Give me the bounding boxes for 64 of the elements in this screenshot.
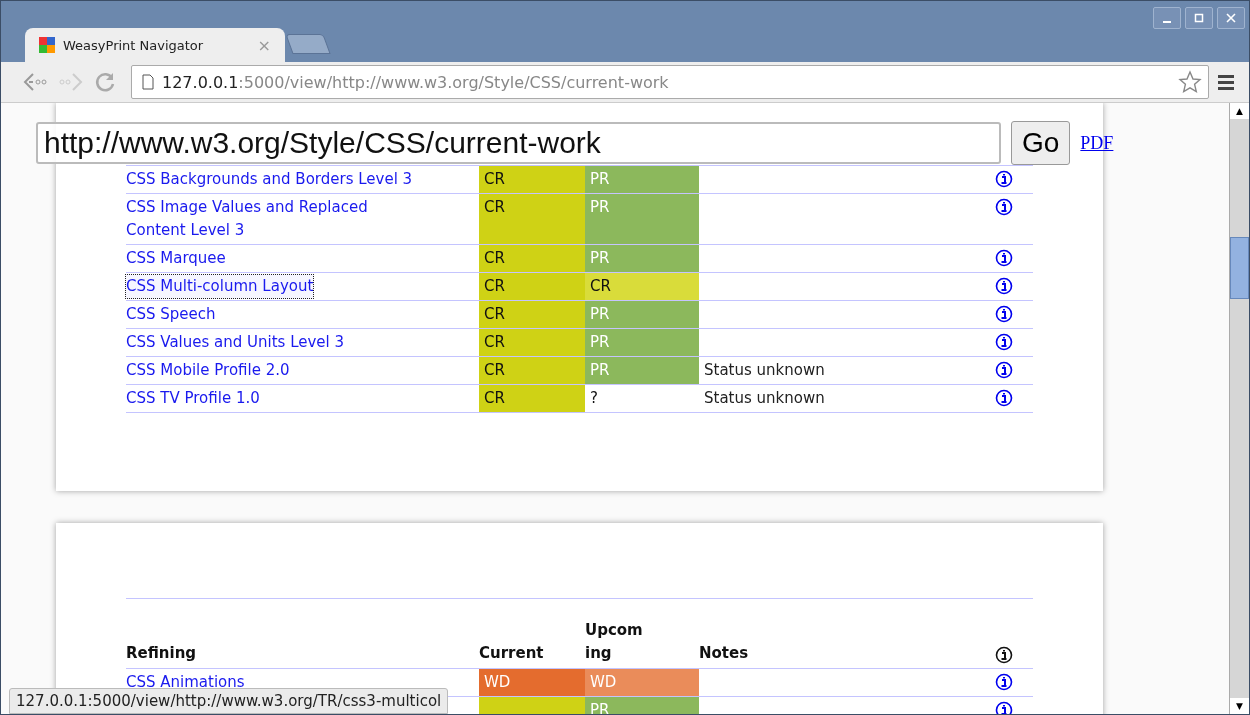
- address-text: 127.0.0.1:5000/view/http://www.w3.org/Style/CSS/current-work: [162, 72, 670, 92]
- status-cell: WD: [479, 669, 585, 696]
- info-icon[interactable]: [995, 701, 1013, 714]
- go-button[interactable]: Go: [1011, 121, 1071, 165]
- browser-tab[interactable]: WeasyPrint Navigator ×: [25, 28, 285, 62]
- status-cell: CR: [479, 166, 585, 193]
- status-cell: PR: [585, 329, 699, 356]
- spec-link[interactable]: CSS Multi-column Layout: [125, 274, 315, 299]
- minimize-button[interactable]: [1153, 7, 1181, 29]
- status-cell: PR: [585, 301, 699, 328]
- info-icon: [995, 646, 1013, 664]
- star-icon[interactable]: [1178, 70, 1202, 94]
- info-icon[interactable]: [995, 361, 1013, 379]
- status-cell: CR: [479, 357, 585, 384]
- menu-icon[interactable]: [1217, 74, 1235, 90]
- tab-title: WeasyPrint Navigator: [63, 37, 205, 53]
- column-header: Refining: [126, 643, 198, 664]
- status-cell: PR: [585, 245, 699, 272]
- status-cell: CR: [479, 194, 585, 244]
- status-cell: CR: [479, 245, 585, 272]
- notes-text: Status unknown: [704, 389, 825, 407]
- spec-link[interactable]: CSS Speech: [125, 302, 217, 327]
- status-cell: PR: [585, 194, 699, 244]
- spec-link[interactable]: CSS Values and Units Level 3: [125, 330, 346, 355]
- info-icon[interactable]: [995, 673, 1013, 691]
- column-header: Current: [479, 643, 545, 664]
- scroll-down-button[interactable]: ▼: [1230, 698, 1249, 714]
- info-icon[interactable]: [995, 333, 1013, 351]
- status-cell: CR: [479, 273, 585, 300]
- column-header: Notes: [699, 643, 750, 664]
- column-header: Upcom ing: [585, 620, 644, 664]
- status-cell: CR: [479, 385, 585, 412]
- pdf-link[interactable]: PDF: [1080, 132, 1114, 154]
- spec-link[interactable]: CSS TV Profile 1.0: [125, 386, 261, 411]
- status-cell: PR: [585, 357, 699, 384]
- scroll-up-button[interactable]: ▲: [1230, 103, 1249, 119]
- address-bar[interactable]: 127.0.0.1:5000/view/http://www.w3.org/Style/CSS/current-work: [131, 65, 1209, 99]
- info-icon[interactable]: [995, 170, 1013, 188]
- spec-link[interactable]: CSS Marquee: [125, 246, 227, 271]
- scrollbar-thumb[interactable]: [1230, 237, 1249, 299]
- spec-link[interactable]: CSS Mobile Profile 2.0: [125, 358, 291, 383]
- url-input-field[interactable]: http://www.w3.org/Style/CSS/current-work: [36, 122, 1001, 164]
- minimize-icon: [1163, 21, 1171, 23]
- status-cell: CR: [479, 301, 585, 328]
- page-icon: [142, 74, 154, 90]
- info-icon[interactable]: [995, 389, 1013, 407]
- status-cell: PR: [585, 166, 699, 193]
- maximize-button[interactable]: [1185, 7, 1213, 29]
- info-icon[interactable]: [995, 249, 1013, 267]
- maximize-icon: [1193, 12, 1205, 24]
- scrollbar[interactable]: ▲ ▼: [1229, 103, 1249, 714]
- status-cell: CR: [479, 329, 585, 356]
- spec-link[interactable]: CSS Backgrounds and Borders Level 3: [125, 167, 414, 192]
- info-icon[interactable]: [995, 277, 1013, 295]
- spec-link[interactable]: CSS Image Values and Replaced Content Level 3: [125, 195, 425, 243]
- close-icon: [1225, 12, 1237, 24]
- status-cell: WD: [585, 669, 699, 696]
- close-button[interactable]: [1217, 7, 1245, 29]
- logo-icon: [39, 37, 55, 53]
- info-icon[interactable]: [995, 305, 1013, 323]
- link-url-tooltip: 127.0.0.1:5000/view/http://www.w3.org/TR/css3-multicol: [9, 688, 449, 714]
- notes-text: Status unknown: [704, 361, 825, 379]
- info-icon[interactable]: [995, 198, 1013, 216]
- status-cell: CR: [585, 273, 699, 300]
